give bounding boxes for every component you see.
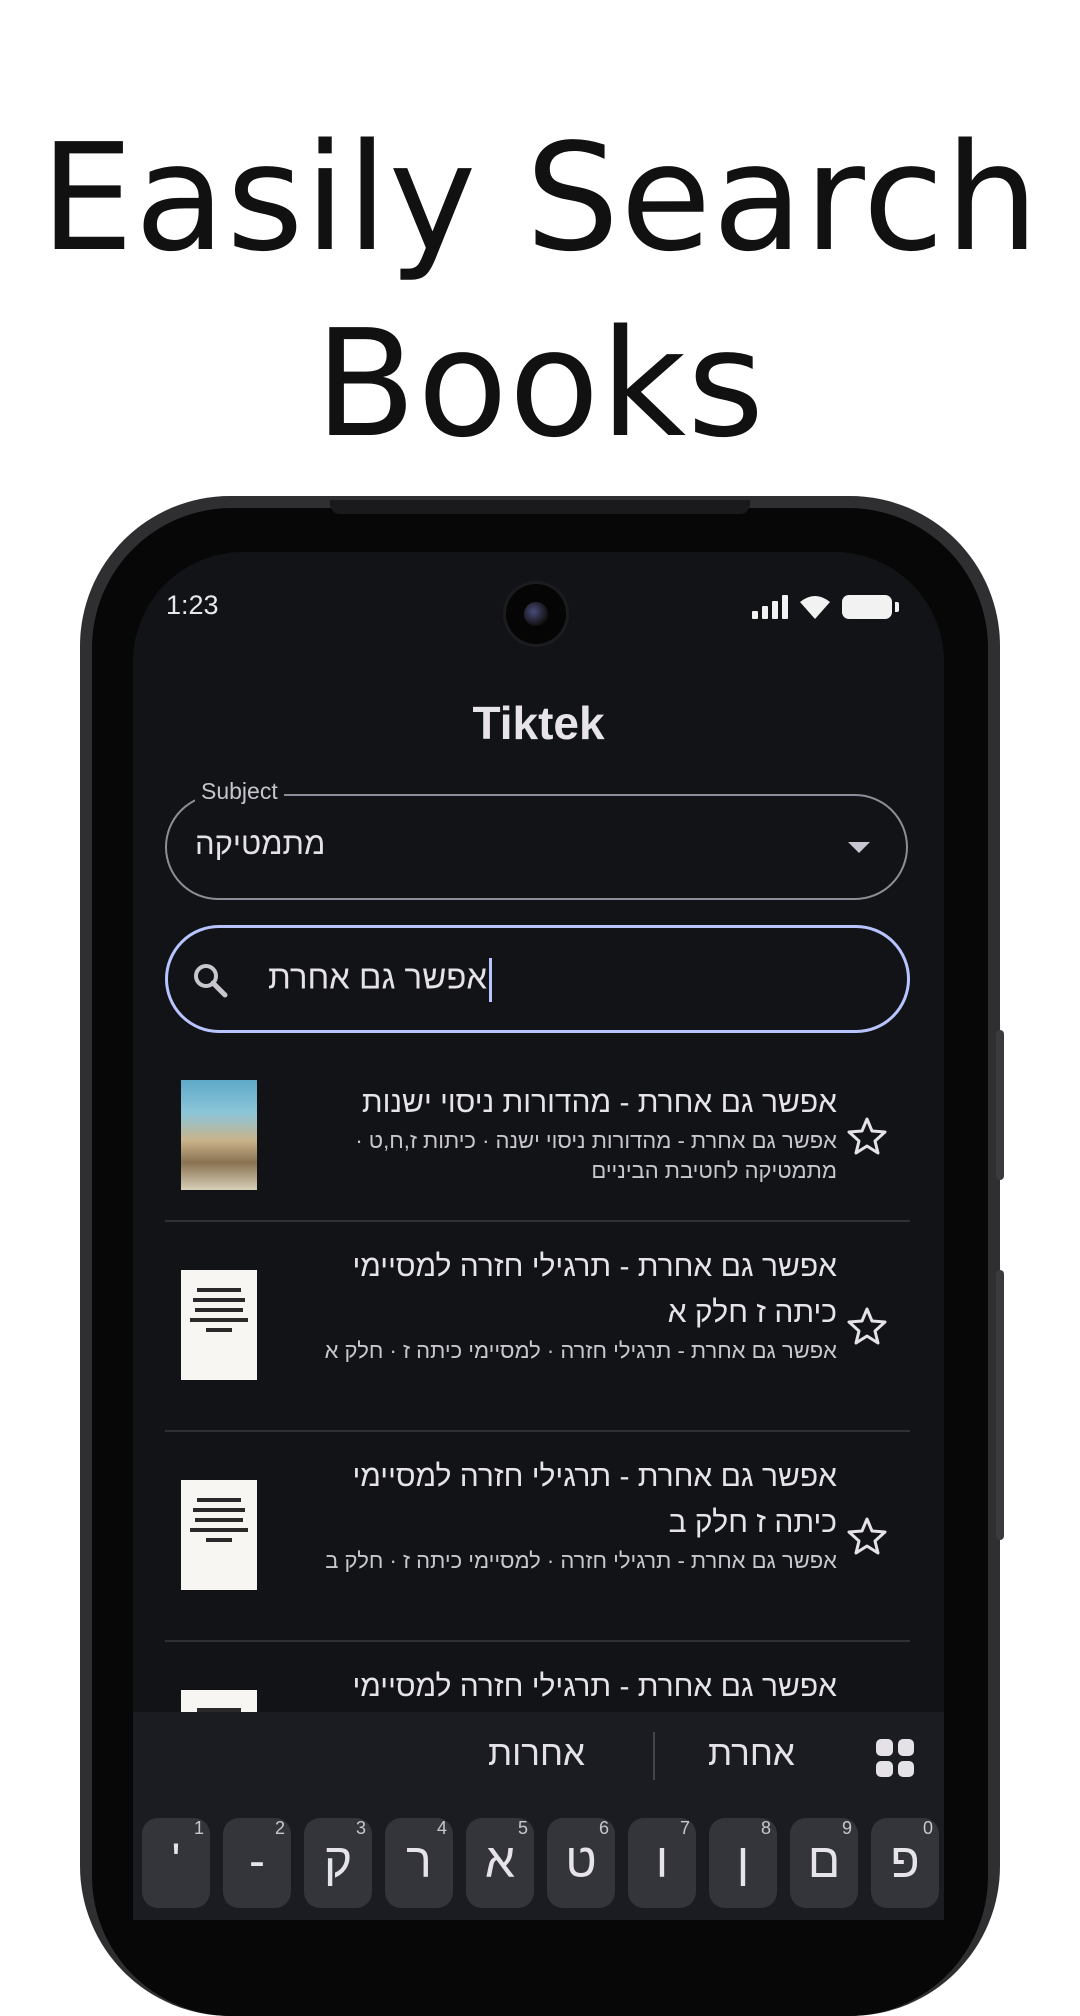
apps-grid-icon[interactable] — [876, 1739, 914, 1777]
phone-side-button — [996, 1270, 1004, 1540]
text-cursor — [489, 958, 493, 1002]
keyboard-key[interactable]: פ0 — [871, 1818, 939, 1908]
subject-dropdown[interactable]: Subject מתמטיקה — [165, 778, 908, 900]
keyboard-key[interactable]: ו7 — [628, 1818, 696, 1908]
suggestion-divider — [653, 1732, 655, 1780]
keyboard-key[interactable]: ר4 — [385, 1818, 453, 1908]
search-value: אפשר גם אחרת — [268, 958, 493, 1002]
book-title: אפשר גם אחרת - מהדורות ניסוי ישנות — [361, 1086, 837, 1119]
book-subtitle: אפשר גם אחרת - מהדורות ניסוי ישנה · כיתו… — [355, 1128, 837, 1183]
headline-line-1: Easily Search — [40, 112, 1040, 284]
keyboard-key[interactable]: ן8 — [709, 1818, 777, 1908]
star-icon[interactable] — [847, 1516, 887, 1556]
book-cover-thumbnail — [181, 1480, 257, 1590]
status-time: 1:23 — [166, 590, 219, 620]
book-subtitle: אפשר גם אחרת - תרגילי חזרה · למסיימי כית… — [325, 1548, 837, 1573]
phone-screen: 1:23 Tiktek Subject מתמטיקה אפשר גם אחרת… — [133, 552, 944, 1920]
keyboard: ' 1 -2 ק3 ר4 א5 ט6 ו7 ן8 ם9 פ0 — [133, 1802, 944, 1920]
keyboard-key[interactable]: -2 — [223, 1818, 291, 1908]
book-title: אפשר גם אחרת - תרגילי חזרה למסיימי — [352, 1670, 837, 1703]
search-input[interactable]: אפשר גם אחרת — [165, 925, 910, 1033]
suggestion-item[interactable]: אחרות — [488, 1734, 585, 1774]
front-camera — [506, 584, 566, 644]
wifi-icon — [800, 596, 830, 619]
signal-icon — [752, 595, 788, 619]
phone-side-button — [996, 1030, 1004, 1180]
phone-top-edge — [330, 500, 750, 514]
suggestion-item[interactable]: אחרת — [708, 1734, 795, 1774]
list-item[interactable]: אפשר גם אחרת - תרגילי חזרה למסיימי כיתה … — [165, 1222, 910, 1432]
list-item[interactable]: אפשר גם אחרת - מהדורות ניסוי ישנות אפשר … — [165, 1056, 910, 1222]
keyboard-suggestion-bar: אחרות אחרת — [133, 1712, 944, 1802]
headline-line-2: Books — [314, 298, 766, 470]
status-icons — [752, 592, 899, 622]
keyboard-key[interactable]: ' 1 — [142, 1818, 210, 1908]
battery-icon — [842, 595, 899, 619]
marketing-headline: Easily Search Books — [0, 105, 1080, 477]
keyboard-key[interactable]: ם9 — [790, 1818, 858, 1908]
dropdown-arrow-icon — [848, 842, 870, 853]
star-icon[interactable] — [847, 1306, 887, 1346]
book-cover-thumbnail — [181, 1080, 257, 1190]
subject-value: מתמטיקה — [195, 826, 326, 861]
subject-label: Subject — [195, 778, 284, 805]
keyboard-key[interactable]: ט6 — [547, 1818, 615, 1908]
book-cover-thumbnail — [181, 1270, 257, 1380]
book-title: אפשר גם אחרת - תרגילי חזרה למסיימי כיתה … — [352, 1250, 837, 1329]
keyboard-key[interactable]: ק3 — [304, 1818, 372, 1908]
list-item[interactable]: אפשר גם אחרת - תרגילי חזרה למסיימי כיתה … — [165, 1432, 910, 1642]
book-subtitle: אפשר גם אחרת - תרגילי חזרה · למסיימי כית… — [324, 1338, 837, 1363]
search-icon — [194, 964, 228, 998]
book-title: אפשר גם אחרת - תרגילי חזרה למסיימי כיתה … — [352, 1460, 837, 1539]
keyboard-key[interactable]: א5 — [466, 1818, 534, 1908]
star-icon[interactable] — [847, 1116, 887, 1156]
app-title: Tiktek — [472, 697, 605, 749]
